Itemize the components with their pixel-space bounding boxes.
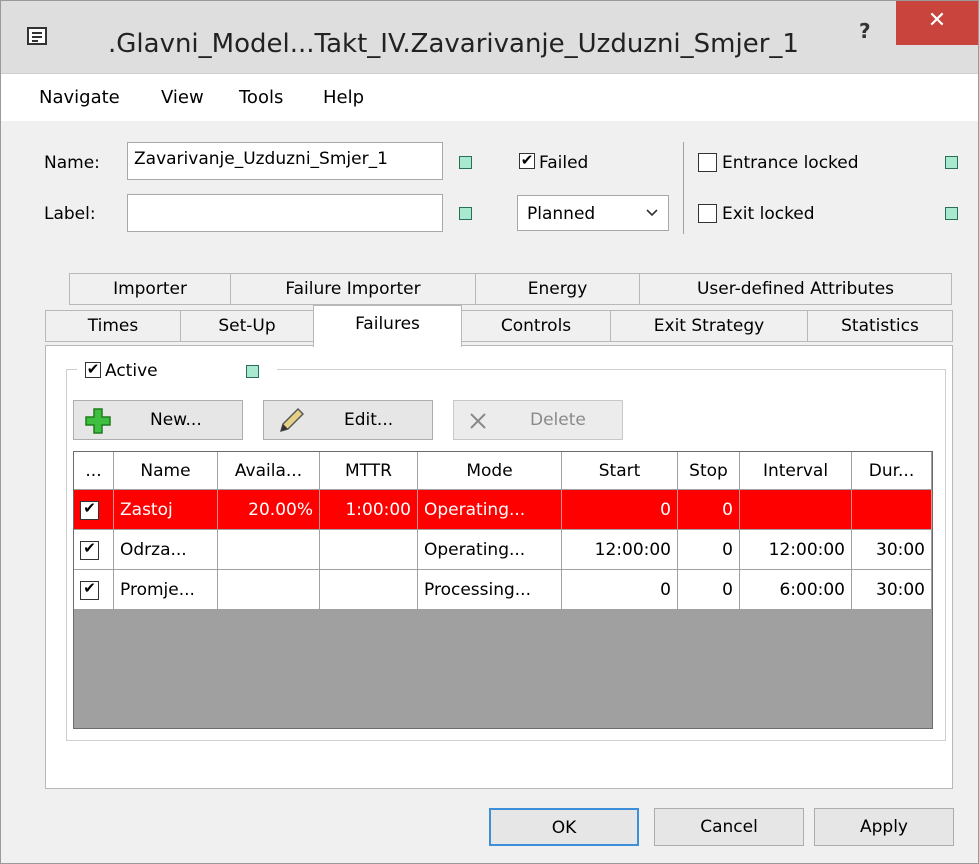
column-header[interactable]: Availa... xyxy=(218,452,320,490)
delete-button[interactable]: Delete xyxy=(453,400,623,440)
label-input[interactable] xyxy=(127,194,443,232)
column-header[interactable]: MTTR xyxy=(320,452,418,490)
row-checkbox-cell[interactable]: ✔ xyxy=(74,530,114,570)
ok-button[interactable]: OK xyxy=(489,808,639,846)
cell-interval[interactable] xyxy=(740,490,852,530)
cell-mode[interactable]: Operating... xyxy=(418,490,562,530)
cell-duration[interactable]: 30:00 xyxy=(852,570,932,610)
edit-button-label: Edit... xyxy=(344,410,394,430)
tab-set-up[interactable]: Set-Up xyxy=(180,310,314,342)
cell-start[interactable]: 0 xyxy=(562,490,678,530)
cell-start[interactable]: 12:00:00 xyxy=(562,530,678,570)
cell-availability[interactable] xyxy=(218,530,320,570)
column-header[interactable]: Dur... xyxy=(852,452,932,490)
tab-statistics[interactable]: Statistics xyxy=(807,310,953,342)
tab-importer[interactable]: Importer xyxy=(69,273,231,305)
row-checkbox[interactable]: ✔ xyxy=(80,501,99,520)
pencil-icon xyxy=(279,408,304,433)
delete-button-label: Delete xyxy=(530,410,586,430)
column-header[interactable]: ... xyxy=(74,452,114,490)
cancel-button[interactable]: Cancel xyxy=(654,808,804,846)
menu-help[interactable]: Help xyxy=(323,87,364,108)
tab-exit-strategy[interactable]: Exit Strategy xyxy=(610,310,808,342)
menu-view[interactable]: View xyxy=(161,87,204,108)
active-checkbox[interactable]: ✔ xyxy=(85,362,101,378)
active-inherit-indicator[interactable] xyxy=(246,365,259,378)
cell-mttr[interactable] xyxy=(320,570,418,610)
cell-name[interactable]: Odrza... xyxy=(114,530,218,570)
chevron-down-icon xyxy=(646,209,658,217)
failures-table[interactable]: ... Name Availa... MTTR Mode Start Stop … xyxy=(73,451,933,729)
exit-locked-indicator[interactable] xyxy=(945,207,958,220)
label-inherit-indicator[interactable] xyxy=(459,207,472,220)
edit-button[interactable]: Edit... xyxy=(263,400,433,440)
menu-bar: Navigate View Tools Help xyxy=(1,73,978,123)
title-bar: .Glavni_Model...Takt_IV.Zavarivanje_Uzdu… xyxy=(1,1,978,73)
cell-mode[interactable]: Processing... xyxy=(418,570,562,610)
cell-mttr[interactable]: 1:00:00 xyxy=(320,490,418,530)
active-label: Active xyxy=(105,361,158,381)
x-icon xyxy=(470,413,486,429)
cell-availability[interactable]: 20.00% xyxy=(218,490,320,530)
cell-mode[interactable]: Operating... xyxy=(418,530,562,570)
help-button[interactable]: ? xyxy=(859,19,871,43)
failed-label: Failed xyxy=(539,153,589,173)
row-checkbox-cell[interactable]: ✔ xyxy=(74,570,114,610)
apply-button[interactable]: Apply xyxy=(814,808,954,846)
entrance-locked-label: Entrance locked xyxy=(722,153,859,173)
cell-interval[interactable]: 12:00:00 xyxy=(740,530,852,570)
window-title: .Glavni_Model...Takt_IV.Zavarivanje_Uzdu… xyxy=(108,29,799,59)
planned-select-value: Planned xyxy=(527,204,596,224)
cell-name[interactable]: Promje... xyxy=(114,570,218,610)
cell-mttr[interactable] xyxy=(320,530,418,570)
entrance-locked-checkbox[interactable] xyxy=(698,153,717,172)
column-header[interactable]: Mode xyxy=(418,452,562,490)
tab-controls[interactable]: Controls xyxy=(461,310,611,342)
cell-start[interactable]: 0 xyxy=(562,570,678,610)
failed-checkbox[interactable]: ✔ xyxy=(519,153,535,169)
row-checkbox-cell[interactable]: ✔ xyxy=(74,490,114,530)
app-icon xyxy=(27,27,47,45)
dialog-window: .Glavni_Model...Takt_IV.Zavarivanje_Uzdu… xyxy=(0,0,979,864)
cell-availability[interactable] xyxy=(218,570,320,610)
menu-tools[interactable]: Tools xyxy=(239,87,283,108)
column-header[interactable]: Name xyxy=(114,452,218,490)
column-header[interactable]: Stop xyxy=(678,452,740,490)
menu-navigate[interactable]: Navigate xyxy=(39,87,120,108)
plus-icon xyxy=(85,408,111,434)
cell-duration[interactable] xyxy=(852,490,932,530)
exit-locked-checkbox[interactable] xyxy=(698,204,717,223)
separator xyxy=(683,142,684,234)
cell-duration[interactable]: 30:00 xyxy=(852,530,932,570)
tab-user-defined-attributes[interactable]: User-defined Attributes xyxy=(639,273,952,305)
name-inherit-indicator[interactable] xyxy=(459,156,472,169)
cell-stop[interactable]: 0 xyxy=(678,490,740,530)
row-checkbox[interactable]: ✔ xyxy=(80,541,99,560)
tab-failures[interactable]: Failures xyxy=(313,305,462,347)
cell-stop[interactable]: 0 xyxy=(678,530,740,570)
entrance-locked-indicator[interactable] xyxy=(945,156,958,169)
cell-stop[interactable]: 0 xyxy=(678,570,740,610)
close-button[interactable]: ✕ xyxy=(896,1,978,45)
tab-times[interactable]: Times xyxy=(45,310,181,342)
cell-interval[interactable]: 6:00:00 xyxy=(740,570,852,610)
name-label: Name: xyxy=(44,153,100,173)
column-header[interactable]: Start xyxy=(562,452,678,490)
cell-name[interactable]: Zastoj xyxy=(114,490,218,530)
tab-failure-importer[interactable]: Failure Importer xyxy=(230,273,476,305)
tab-energy[interactable]: Energy xyxy=(475,273,640,305)
planned-select[interactable]: Planned xyxy=(517,195,669,231)
exit-locked-label: Exit locked xyxy=(722,204,815,224)
new-button[interactable]: New... xyxy=(73,400,243,440)
column-header[interactable]: Interval xyxy=(740,452,852,490)
row-checkbox[interactable]: ✔ xyxy=(80,581,99,600)
new-button-label: New... xyxy=(150,410,202,430)
name-input[interactable]: Zavarivanje_Uzduzni_Smjer_1 xyxy=(127,142,443,180)
label-label: Label: xyxy=(44,204,96,224)
